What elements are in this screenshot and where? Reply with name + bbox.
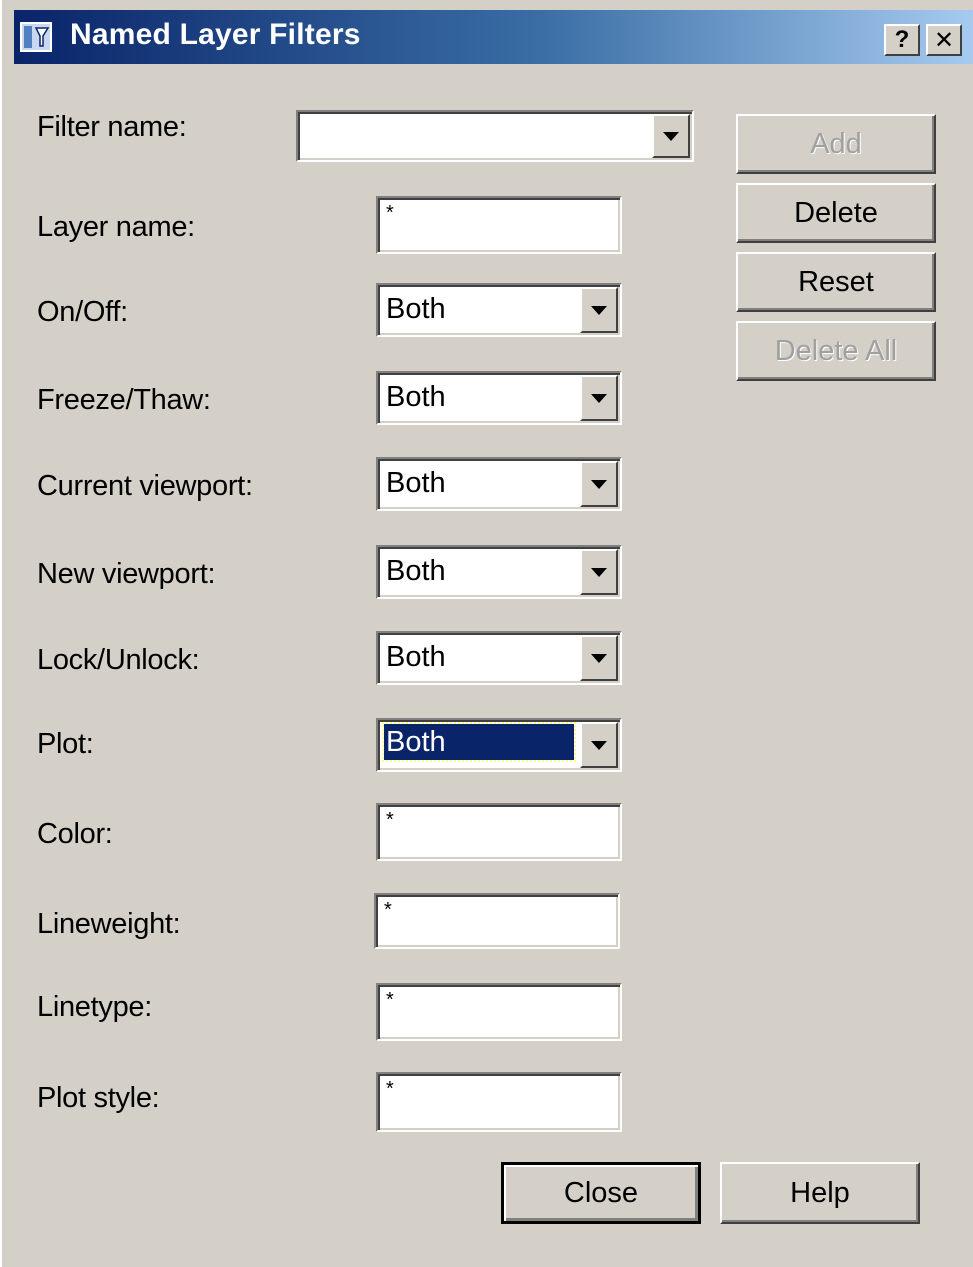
window-title: Named Layer Filters — [70, 18, 361, 51]
lineweight-value: * — [384, 899, 392, 921]
current-viewport-value: Both — [386, 467, 446, 499]
chevron-down-icon[interactable] — [580, 461, 618, 507]
filter-name-label: Filter name: — [37, 111, 187, 144]
freeze-thaw-select[interactable]: Both — [376, 371, 622, 425]
linetype-label: Linetype: — [37, 991, 152, 1023]
plot-select[interactable]: Both — [376, 718, 622, 772]
chevron-down-icon[interactable] — [580, 375, 618, 421]
filter-name-combo[interactable] — [296, 110, 694, 162]
lock-unlock-value: Both — [386, 641, 446, 673]
plot-label: Plot: — [37, 728, 94, 760]
layer-name-input[interactable]: * — [376, 196, 622, 254]
reset-button[interactable]: Reset — [736, 252, 936, 312]
lock-unlock-select[interactable]: Both — [376, 631, 622, 685]
layer-name-label: Layer name: — [37, 211, 195, 243]
current-viewport-label: Current viewport: — [37, 470, 253, 502]
delete-all-button[interactable]: Delete All — [736, 321, 936, 381]
current-viewport-select[interactable]: Both — [376, 457, 622, 511]
freeze-thaw-label: Freeze/Thaw: — [37, 384, 211, 416]
chevron-down-icon[interactable] — [580, 549, 618, 595]
freeze-thaw-value: Both — [386, 381, 446, 413]
plot-style-label: Plot style: — [37, 1082, 160, 1114]
chevron-down-icon[interactable] — [580, 722, 618, 768]
window-edge — [0, 0, 14, 1267]
delete-button[interactable]: Delete — [736, 183, 936, 243]
chevron-down-icon[interactable] — [580, 287, 618, 333]
layer-name-value: * — [386, 202, 394, 224]
lock-unlock-label: Lock/Unlock: — [37, 644, 200, 676]
lineweight-input[interactable]: * — [374, 893, 620, 949]
help-button[interactable]: Help — [720, 1162, 920, 1224]
add-button[interactable]: Add — [736, 114, 936, 174]
plot-style-input[interactable]: * — [376, 1072, 622, 1132]
color-input[interactable]: * — [376, 803, 622, 861]
on-off-select[interactable]: Both — [376, 283, 622, 337]
close-icon[interactable]: ✕ — [926, 24, 962, 56]
new-viewport-select[interactable]: Both — [376, 545, 622, 599]
layer-filter-icon — [20, 22, 52, 52]
chevron-down-icon[interactable] — [580, 635, 618, 681]
help-icon[interactable]: ? — [884, 24, 920, 56]
linetype-input[interactable]: * — [376, 983, 622, 1041]
plot-value: Both — [382, 722, 576, 762]
filter-name-label-text: Filter name: — [37, 111, 187, 143]
new-viewport-label: New viewport: — [37, 558, 216, 590]
close-button[interactable]: Close — [501, 1162, 701, 1224]
new-viewport-value: Both — [386, 555, 446, 587]
color-label: Color: — [37, 818, 113, 850]
on-off-value: Both — [386, 293, 446, 325]
plot-style-value: * — [386, 1078, 394, 1100]
linetype-value: * — [386, 989, 394, 1011]
title-bar[interactable]: Named Layer Filters ? ✕ — [14, 10, 973, 64]
chevron-down-icon[interactable] — [652, 114, 690, 158]
lineweight-label: Lineweight: — [37, 908, 181, 940]
color-value: * — [386, 809, 394, 831]
on-off-label: On/Off: — [37, 296, 128, 328]
